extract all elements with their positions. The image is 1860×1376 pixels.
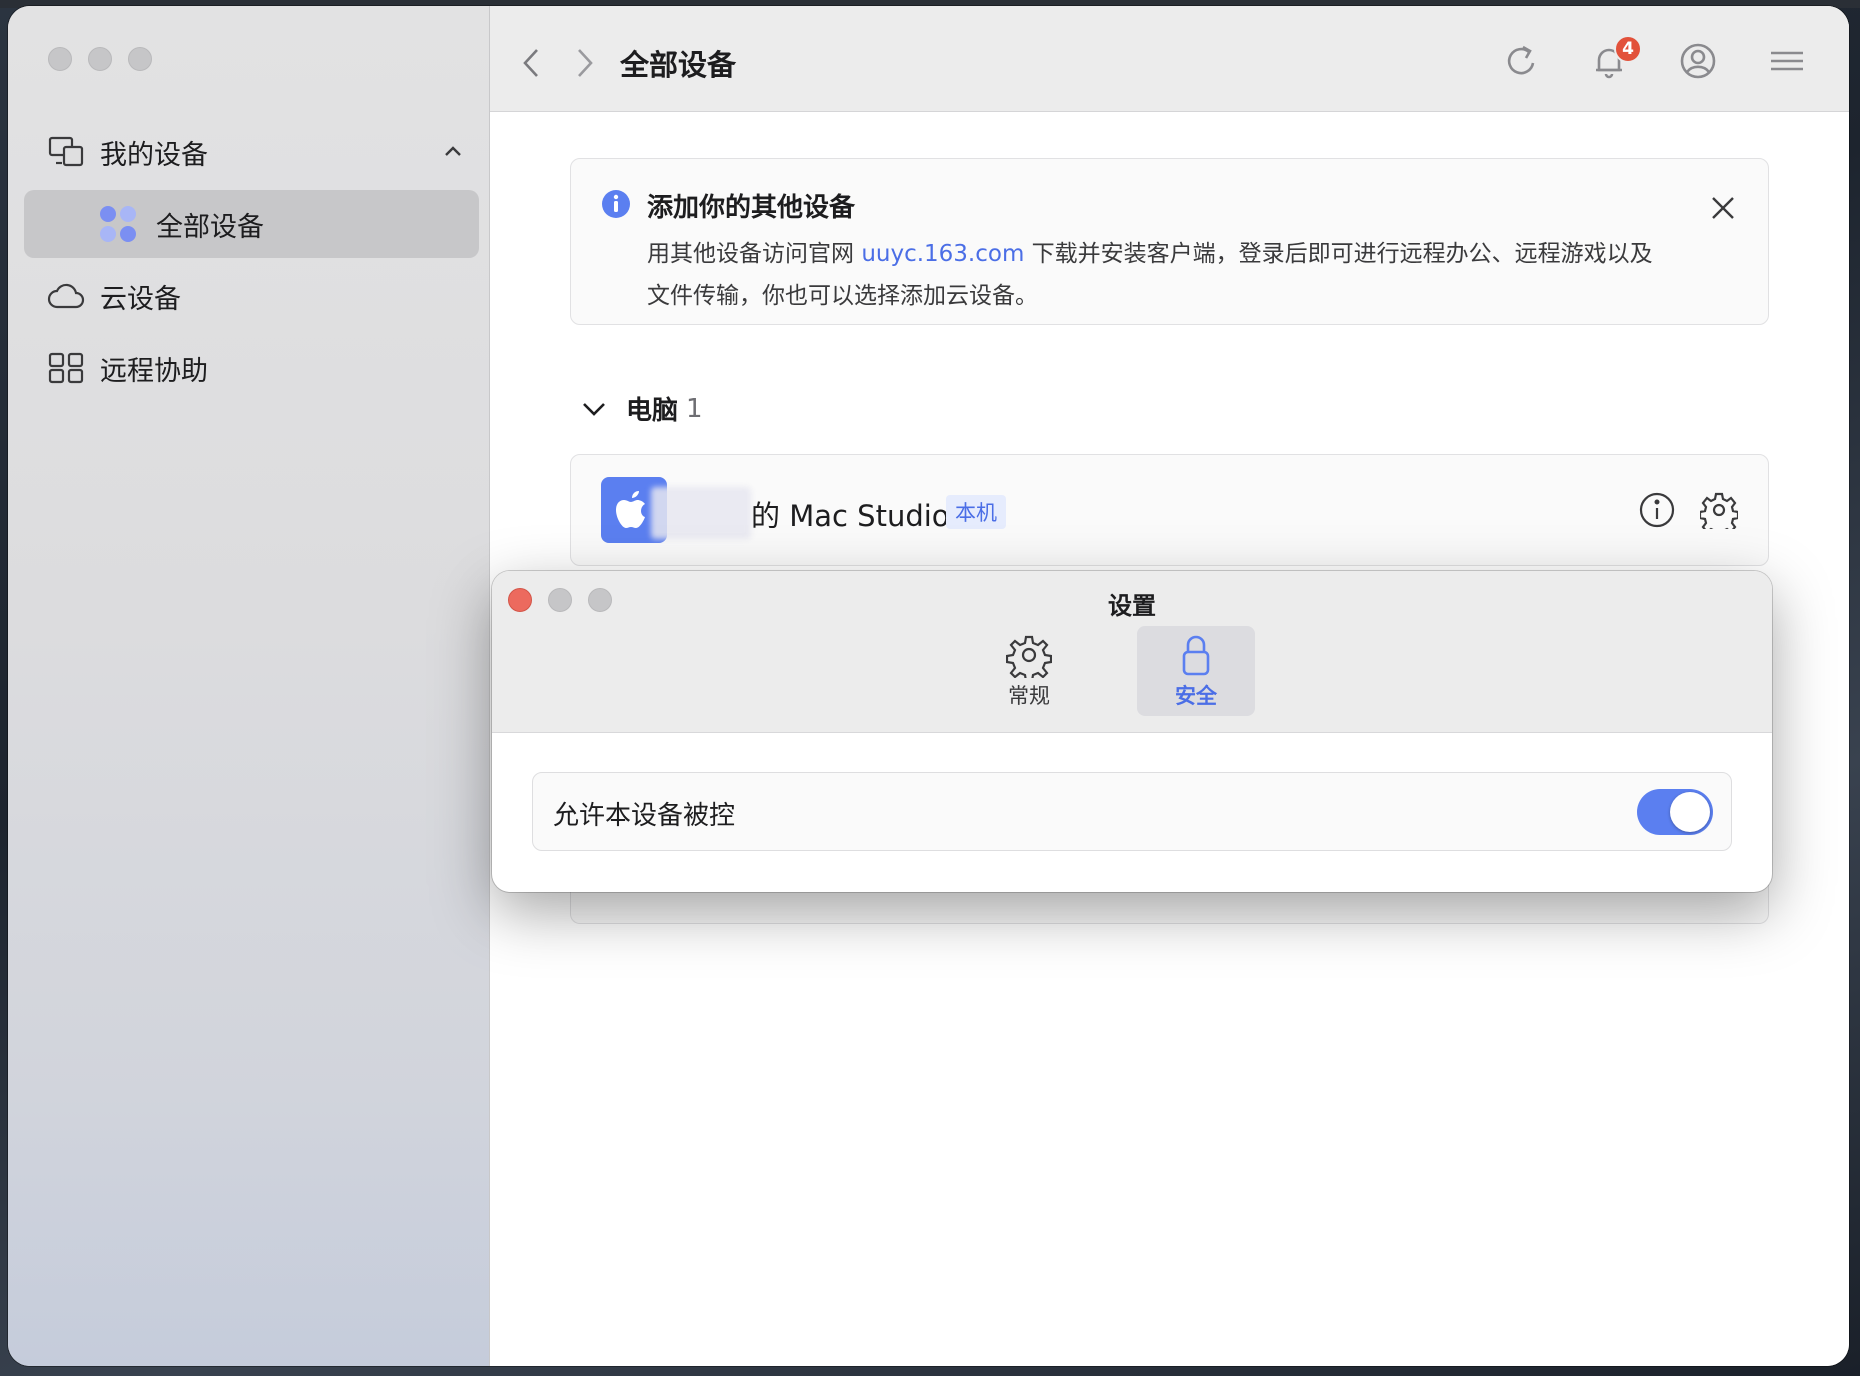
chevron-down-icon[interactable]: [580, 395, 608, 423]
section-count: 1: [686, 393, 703, 424]
tab-label: 安全: [1175, 684, 1217, 708]
devices-icon: [46, 132, 86, 172]
banner-text-start: 用其他设备访问官网: [647, 241, 862, 267]
sidebar-item-cloud-devices[interactable]: 云设备: [24, 262, 479, 330]
user-account-icon[interactable]: [1678, 41, 1718, 81]
dialog-header: 设置 常规 安全: [492, 571, 1772, 733]
lock-icon: [1182, 635, 1210, 676]
gear-icon[interactable]: [1700, 491, 1738, 529]
add-device-banner: 添加你的其他设备 用其他设备访问官网 uuyc.163.com 下载并安装客户端…: [570, 158, 1769, 325]
allow-control-setting: 允许本设备被控: [532, 772, 1732, 851]
website-link[interactable]: uuyc.163.com: [861, 241, 1024, 267]
page-title: 全部设备: [620, 48, 737, 82]
banner-title: 添加你的其他设备: [647, 193, 856, 223]
sidebar: 我的设备 全部设备 云设备 远程协助: [8, 6, 490, 1366]
allow-control-toggle[interactable]: [1637, 789, 1713, 835]
device-name: 的 Mac Studio: [751, 499, 950, 533]
settings-dialog: 设置 常规 安全 允许本设备被控: [492, 571, 1772, 892]
section-computers[interactable]: 电脑 1: [580, 390, 703, 427]
info-circle-icon[interactable]: [1638, 491, 1676, 529]
sidebar-group-label: 我的设备: [100, 139, 208, 171]
close-button[interactable]: [48, 47, 72, 71]
device-card[interactable]: 的 Mac Studio 本机: [570, 454, 1769, 566]
redacted-name: [651, 487, 751, 539]
zoom-button[interactable]: [128, 47, 152, 71]
tab-security[interactable]: 安全: [1137, 626, 1255, 716]
tab-general[interactable]: 常规: [970, 626, 1088, 716]
toolbar: 全部设备 4: [490, 6, 1849, 112]
refresh-icon[interactable]: [1502, 41, 1542, 81]
tab-label: 常规: [1008, 684, 1050, 708]
back-arrow-icon[interactable]: [518, 46, 544, 80]
sidebar-item-label: 全部设备: [156, 211, 264, 243]
gear-icon: [1006, 635, 1052, 678]
section-title: 电脑: [626, 396, 679, 426]
banner-text: 用其他设备访问官网 uuyc.163.com 下载并安装客户端，登录后即可进行远…: [647, 233, 1667, 317]
minimize-button[interactable]: [88, 47, 112, 71]
sidebar-item-remote-assist[interactable]: 远程协助: [24, 334, 479, 402]
notification-badge: 4: [1614, 35, 1642, 63]
chevron-up-icon[interactable]: [441, 140, 465, 164]
remote-assist-icon: [46, 348, 86, 388]
grid-dots-icon: [98, 204, 138, 244]
sidebar-item-all-devices[interactable]: 全部设备: [24, 190, 479, 258]
sidebar-group-my-devices[interactable]: 我的设备: [24, 118, 479, 186]
setting-label: 允许本设备被控: [553, 801, 736, 831]
sidebar-item-label: 云设备: [100, 283, 181, 315]
forward-arrow-icon[interactable]: [572, 46, 598, 80]
dialog-title: 设置: [1108, 592, 1156, 620]
toggle-knob: [1670, 792, 1710, 832]
this-device-tag: 本机: [946, 495, 1006, 529]
info-icon: [602, 190, 630, 218]
sidebar-item-label: 远程协助: [100, 355, 208, 387]
close-icon[interactable]: [1710, 195, 1736, 221]
window-controls: [48, 47, 152, 71]
cloud-icon: [46, 276, 86, 316]
menu-icon[interactable]: [1767, 41, 1807, 81]
